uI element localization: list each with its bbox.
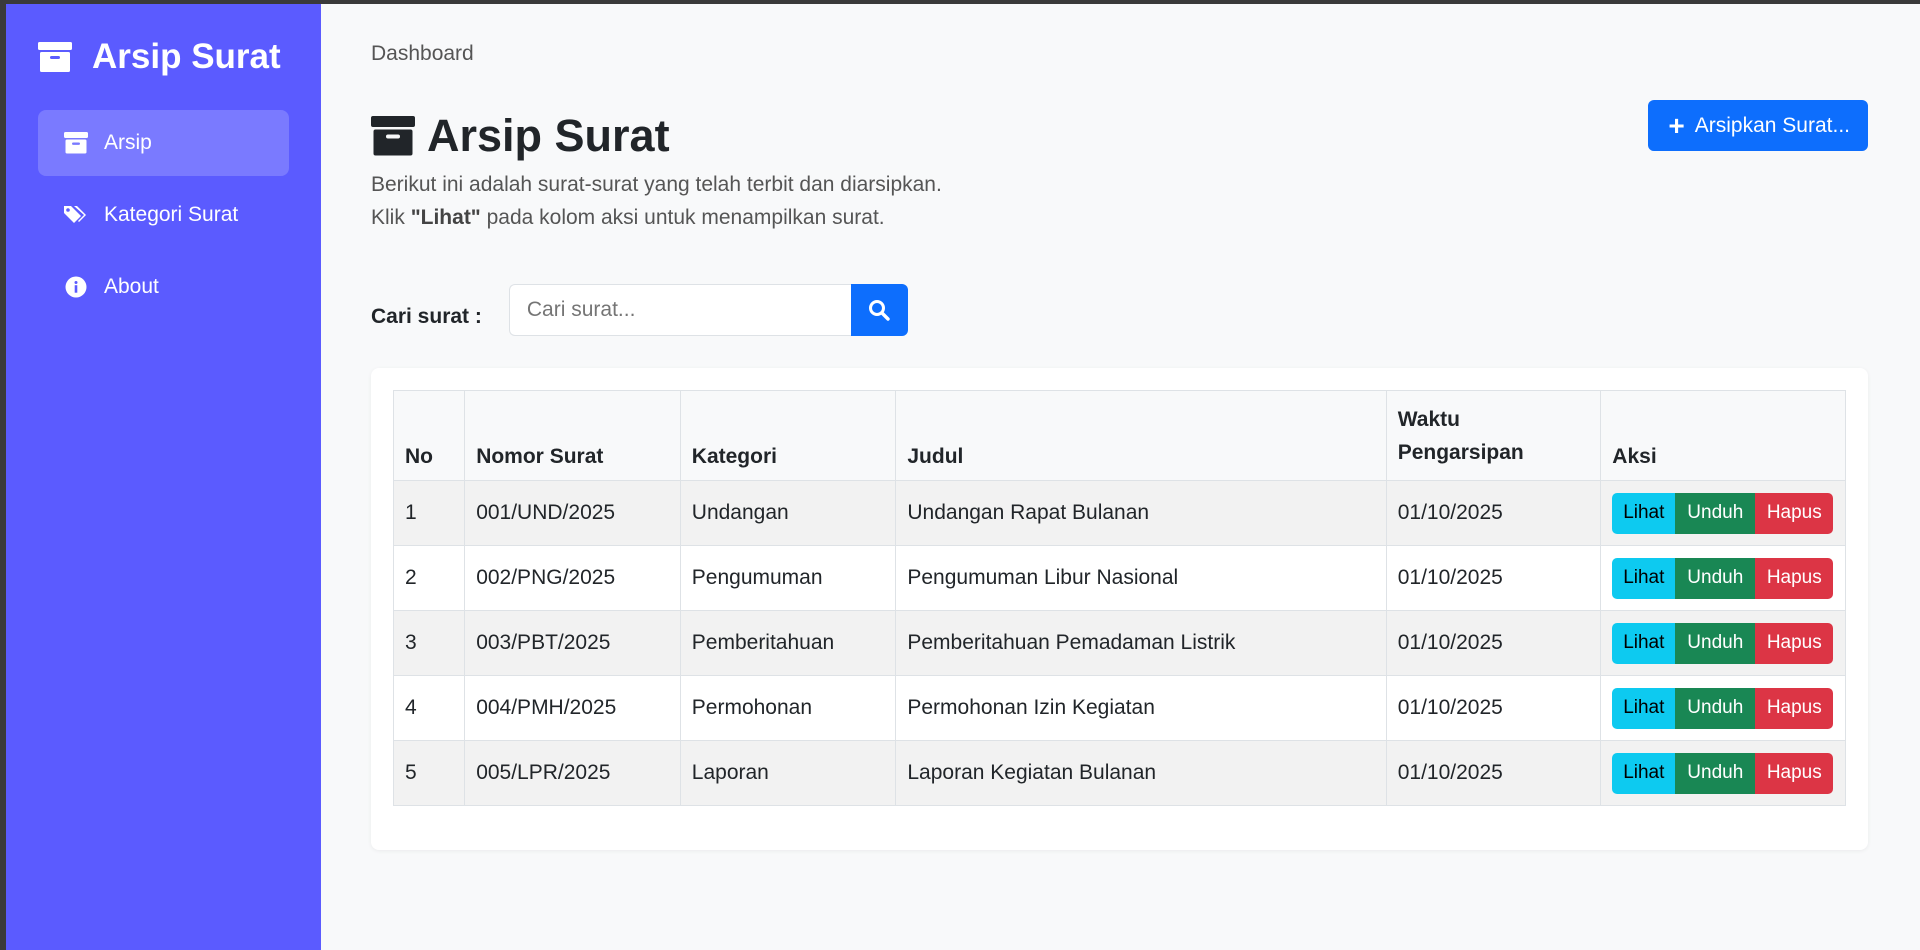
cell-kategori: Undangan [679, 480, 897, 546]
cell-nomor-surat: 001/UND/2025 [464, 480, 681, 546]
brand[interactable]: Arsip Surat [38, 4, 289, 110]
table-row: 3 003/PBT/2025 Pemberitahuan Pemberitahu… [392, 610, 1846, 676]
search-bar: Cari surat : [371, 284, 1868, 336]
lihat-button[interactable]: Lihat [1612, 752, 1676, 794]
column-header-nomor-surat: Nomor Surat [464, 390, 681, 481]
cell-kategori: Laporan [679, 740, 897, 806]
sidebar-item-label: Arsip [104, 131, 152, 154]
plus-icon: + [1668, 109, 1685, 141]
unduh-button[interactable]: Unduh [1675, 752, 1756, 794]
cell-no: 5 [392, 740, 466, 806]
archive-icon [38, 42, 72, 72]
cell-no: 2 [392, 545, 466, 611]
arsipkan-surat-button[interactable]: + Arsipkan Surat... [1648, 100, 1868, 151]
column-header-aksi: Aksi [1600, 390, 1846, 481]
cell-nomor-surat: 002/PNG/2025 [464, 545, 681, 611]
page-description: Berikut ini adalah surat-surat yang tela… [371, 168, 942, 234]
desc-line-2-prefix: Klik [371, 206, 411, 229]
hapus-button[interactable]: Hapus [1755, 492, 1834, 534]
cell-judul: Laporan Kegiatan Bulanan [895, 740, 1387, 806]
brand-title: Arsip Surat [92, 37, 281, 76]
desc-line-2-bold: "Lihat" [410, 206, 481, 229]
hapus-button[interactable]: Hapus [1755, 752, 1834, 794]
cell-waktu: 01/10/2025 [1385, 545, 1602, 611]
archive-icon [371, 116, 415, 156]
cell-aksi: Lihat Unduh Hapus [1600, 480, 1846, 546]
hapus-button[interactable]: Hapus [1755, 557, 1834, 599]
table-card: No Nomor Surat Kategori Judul Waktu Peng… [371, 368, 1868, 850]
sidebar-item-about[interactable]: About [38, 254, 289, 320]
archive-icon [64, 132, 88, 154]
sidebar-item-kategori-surat[interactable]: Kategori Surat [38, 182, 289, 248]
sidebar-item-label: About [104, 275, 159, 298]
sidebar-item-label: Kategori Surat [104, 203, 239, 226]
cell-aksi: Lihat Unduh Hapus [1600, 610, 1846, 676]
cell-kategori: Pemberitahuan [679, 610, 897, 676]
hapus-button[interactable]: Hapus [1755, 622, 1834, 664]
main-content: Dashboard Arsip Surat Berikut ini adalah… [321, 4, 1920, 950]
sidebar-item-arsip[interactable]: Arsip [38, 110, 289, 176]
page-title-text: Arsip Surat [427, 110, 670, 161]
table-row: 5 005/LPR/2025 Laporan Laporan Kegiatan … [392, 740, 1846, 806]
cell-judul: Permohonan Izin Kegiatan [895, 675, 1387, 741]
tags-icon [64, 204, 88, 226]
desc-line-1: Berikut ini adalah surat-surat yang tela… [371, 173, 942, 196]
table-header-row: No Nomor Surat Kategori Judul Waktu Peng… [392, 390, 1846, 481]
lihat-button[interactable]: Lihat [1612, 622, 1676, 664]
cell-aksi: Lihat Unduh Hapus [1600, 675, 1846, 741]
lihat-button[interactable]: Lihat [1612, 687, 1676, 729]
app-window: Arsip Surat Arsip Kategori Surat About D… [6, 4, 1920, 950]
search-label: Cari surat : [371, 305, 482, 328]
cell-nomor-surat: 003/PBT/2025 [464, 610, 681, 676]
cell-judul: Pemberitahuan Pemadaman Listrik [895, 610, 1387, 676]
table-row: 4 004/PMH/2025 Permohonan Permohonan Izi… [392, 675, 1846, 741]
info-circle-icon [64, 276, 88, 298]
cell-waktu: 01/10/2025 [1385, 480, 1602, 546]
column-header-no: No [392, 390, 466, 481]
cell-judul: Pengumuman Libur Nasional [895, 545, 1387, 611]
column-header-waktu-pengarsipan: Waktu Pengarsipan [1385, 390, 1602, 481]
lihat-button[interactable]: Lihat [1612, 492, 1676, 534]
cell-waktu: 01/10/2025 [1385, 740, 1602, 806]
desc-line-2-suffix: pada kolom aksi untuk menampilkan surat. [480, 206, 885, 229]
column-header-kategori: Kategori [679, 390, 897, 481]
search-icon [869, 300, 891, 321]
cell-nomor-surat: 004/PMH/2025 [464, 675, 681, 741]
table-row: 2 002/PNG/2025 Pengumuman Pengumuman Lib… [392, 545, 1846, 611]
unduh-button[interactable]: Unduh [1675, 492, 1756, 534]
breadcrumb[interactable]: Dashboard [371, 42, 1868, 72]
cell-aksi: Lihat Unduh Hapus [1600, 545, 1846, 611]
cell-kategori: Permohonan [679, 675, 897, 741]
search-button[interactable] [850, 284, 908, 336]
search-input[interactable] [508, 284, 851, 336]
cell-waktu: 01/10/2025 [1385, 675, 1602, 741]
unduh-button[interactable]: Unduh [1675, 622, 1756, 664]
lihat-button[interactable]: Lihat [1612, 557, 1676, 599]
cell-waktu: 01/10/2025 [1385, 610, 1602, 676]
cell-nomor-surat: 005/LPR/2025 [464, 740, 681, 806]
cell-kategori: Pengumuman [679, 545, 897, 611]
cell-no: 1 [392, 480, 466, 546]
hapus-button[interactable]: Hapus [1755, 687, 1834, 729]
unduh-button[interactable]: Unduh [1675, 687, 1756, 729]
cell-judul: Undangan Rapat Bulanan [895, 480, 1387, 546]
sidebar: Arsip Surat Arsip Kategori Surat About [6, 4, 321, 950]
cell-aksi: Lihat Unduh Hapus [1600, 740, 1846, 806]
unduh-button[interactable]: Unduh [1675, 557, 1756, 599]
column-header-judul: Judul [895, 390, 1387, 481]
cell-no: 4 [392, 675, 466, 741]
table-row: 1 001/UND/2025 Undangan Undangan Rapat B… [392, 480, 1846, 546]
page-title: Arsip Surat [371, 110, 942, 162]
arsip-table: No Nomor Surat Kategori Judul Waktu Peng… [392, 390, 1846, 806]
arsipkan-surat-label: Arsipkan Surat... [1694, 113, 1850, 137]
cell-no: 3 [392, 610, 466, 676]
